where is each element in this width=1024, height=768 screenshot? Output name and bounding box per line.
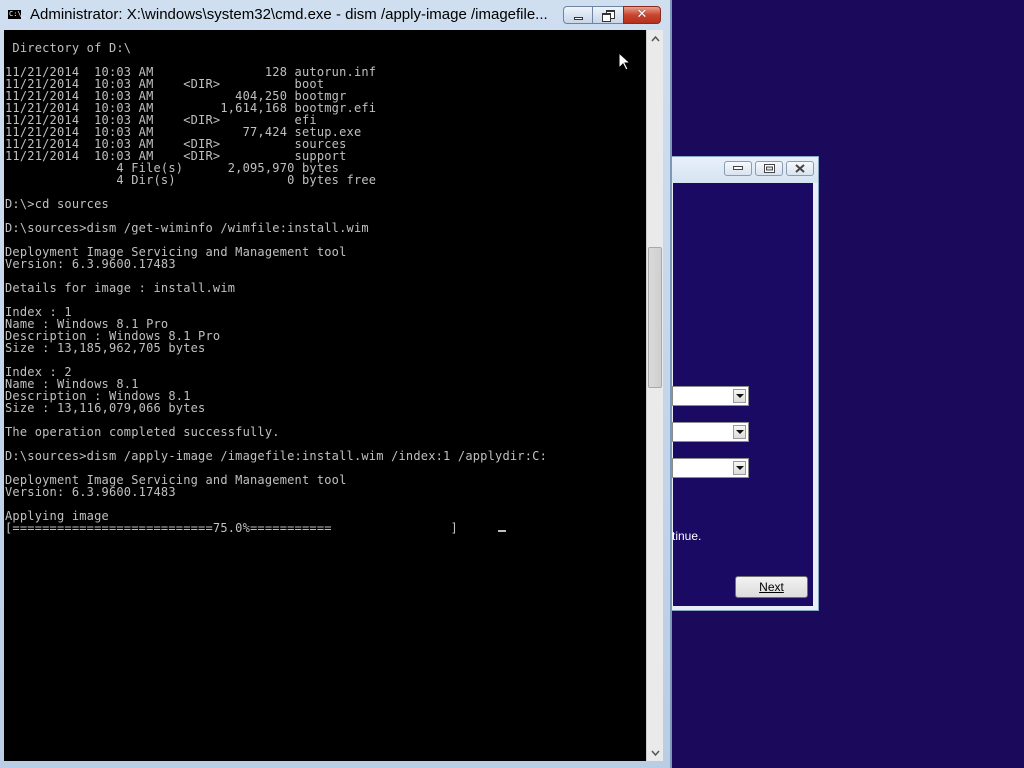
restore-icon xyxy=(763,164,775,173)
chevron-down-icon xyxy=(733,425,746,439)
chevron-down-icon xyxy=(733,389,746,403)
setup-close-button[interactable] xyxy=(786,161,814,176)
scroll-up-button[interactable] xyxy=(647,30,663,47)
next-button[interactable]: Next xyxy=(735,576,808,598)
setup-titlebar xyxy=(667,157,818,183)
time-format-dropdown[interactable] xyxy=(672,422,749,442)
minimize-icon xyxy=(573,16,583,20)
close-icon: ✕ xyxy=(636,7,648,22)
scroll-down-button[interactable] xyxy=(647,744,663,761)
setup-restore-button[interactable] xyxy=(755,161,783,176)
keyboard-dropdown[interactable] xyxy=(672,458,749,478)
cmd-titlebar[interactable]: C:\_ Administrator: X:\windows\system32\… xyxy=(0,0,672,30)
minimize-button[interactable] xyxy=(563,6,593,24)
console-output[interactable]: Directory of D:\ 11/21/2014 10:03 AM 128… xyxy=(4,30,646,761)
chevron-up-icon xyxy=(650,35,660,41)
chevron-down-icon xyxy=(650,750,660,756)
console-text: Directory of D:\ 11/21/2014 10:03 AM 128… xyxy=(5,41,547,535)
continue-instruction-text: tinue. xyxy=(672,529,702,543)
next-button-label: Next xyxy=(759,580,784,594)
minimize-icon xyxy=(733,166,743,170)
mouse-pointer-icon xyxy=(618,52,632,71)
close-icon xyxy=(795,164,805,173)
vertical-scrollbar[interactable] xyxy=(646,30,663,761)
restore-icon xyxy=(602,10,615,22)
close-button[interactable]: ✕ xyxy=(623,6,661,24)
setup-minimize-button[interactable] xyxy=(724,161,752,176)
text-cursor xyxy=(498,530,506,532)
maximize-button[interactable] xyxy=(592,6,624,24)
language-dropdown[interactable] xyxy=(672,386,749,406)
cmd-window: C:\_ Administrator: X:\windows\system32\… xyxy=(0,0,672,768)
cmd-icon[interactable]: C:\_ xyxy=(7,9,26,20)
chevron-down-icon xyxy=(733,461,746,475)
scroll-thumb[interactable] xyxy=(648,247,662,389)
window-title: Administrator: X:\windows\system32\cmd.e… xyxy=(30,6,548,23)
